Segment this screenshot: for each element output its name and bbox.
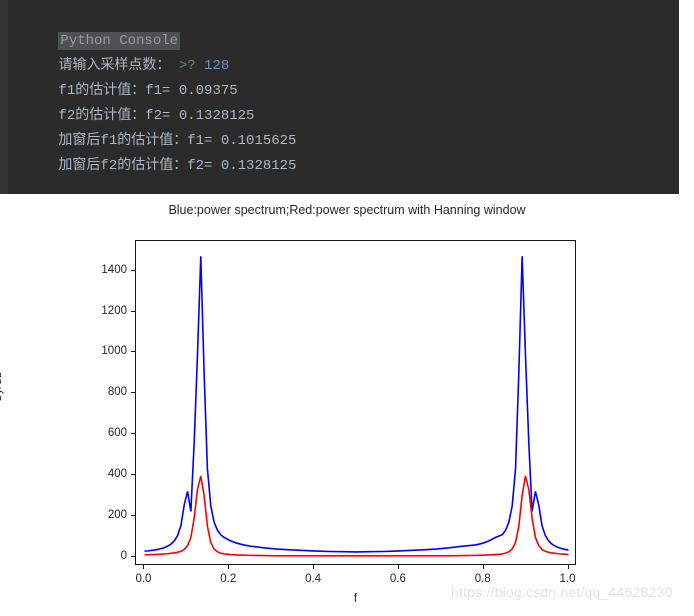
console-line-value: 0.1015625 <box>220 133 297 149</box>
console-output: Python Console 请输入采样点数： >? 128 f1的估计值：f1… <box>8 4 679 174</box>
x-tick-label: 0.0 <box>135 573 152 585</box>
console-line-label: f2的估计值：f2= <box>58 108 171 124</box>
y-tick-label: 600 <box>107 427 127 440</box>
matplotlib-figure: Blue:power spectrum;Red:power spectrum w… <box>0 194 694 616</box>
console-title: Python Console <box>58 32 181 50</box>
chart-title: Blue:power spectrum;Red:power spectrum w… <box>168 203 526 217</box>
console-line-label: f1的估计值：f1= <box>58 83 171 99</box>
console-line-label: 加窗后f1的估计值：f1= <box>58 133 213 149</box>
y-tick-label: 200 <box>107 508 127 521</box>
plot-area <box>135 240 576 565</box>
y-tick-label: 0 <box>120 549 127 562</box>
console-line-value: 0.1328125 <box>220 158 297 174</box>
console-input-prompt-icon: >? <box>178 58 196 74</box>
console-line-value: 0.09375 <box>178 83 238 99</box>
console-input-value: 128 <box>204 58 230 74</box>
console-line-label: 请输入采样点数： <box>58 58 171 74</box>
console-gutter <box>0 0 8 194</box>
y-tick-label: 1200 <box>101 304 127 317</box>
y-tick-label: 1400 <box>101 263 127 276</box>
console-title-line: Python Console <box>8 4 679 50</box>
y-tick-label: 400 <box>107 468 127 481</box>
series-line-power-spectrum <box>144 256 569 553</box>
console-line-label: 加窗后f2的估计值：f2= <box>58 158 213 174</box>
y-axis-label: Sy/Sz <box>0 371 4 402</box>
x-tick-label: 0.4 <box>305 573 322 585</box>
watermark: https://blog.csdn.net/qq_44628230 <box>451 584 673 600</box>
y-tick-label: 1000 <box>101 345 127 358</box>
python-console-panel[interactable]: Python Console 请输入采样点数： >? 128 f1的估计值：f1… <box>0 0 679 194</box>
series-line-hanning-window <box>144 475 569 557</box>
spectrum-plot <box>144 256 569 557</box>
console-line-value: 0.1328125 <box>178 108 255 124</box>
x-tick-label: 0.2 <box>220 573 237 585</box>
y-tick-label: 800 <box>107 386 127 399</box>
x-tick-label: 0.6 <box>389 573 406 585</box>
